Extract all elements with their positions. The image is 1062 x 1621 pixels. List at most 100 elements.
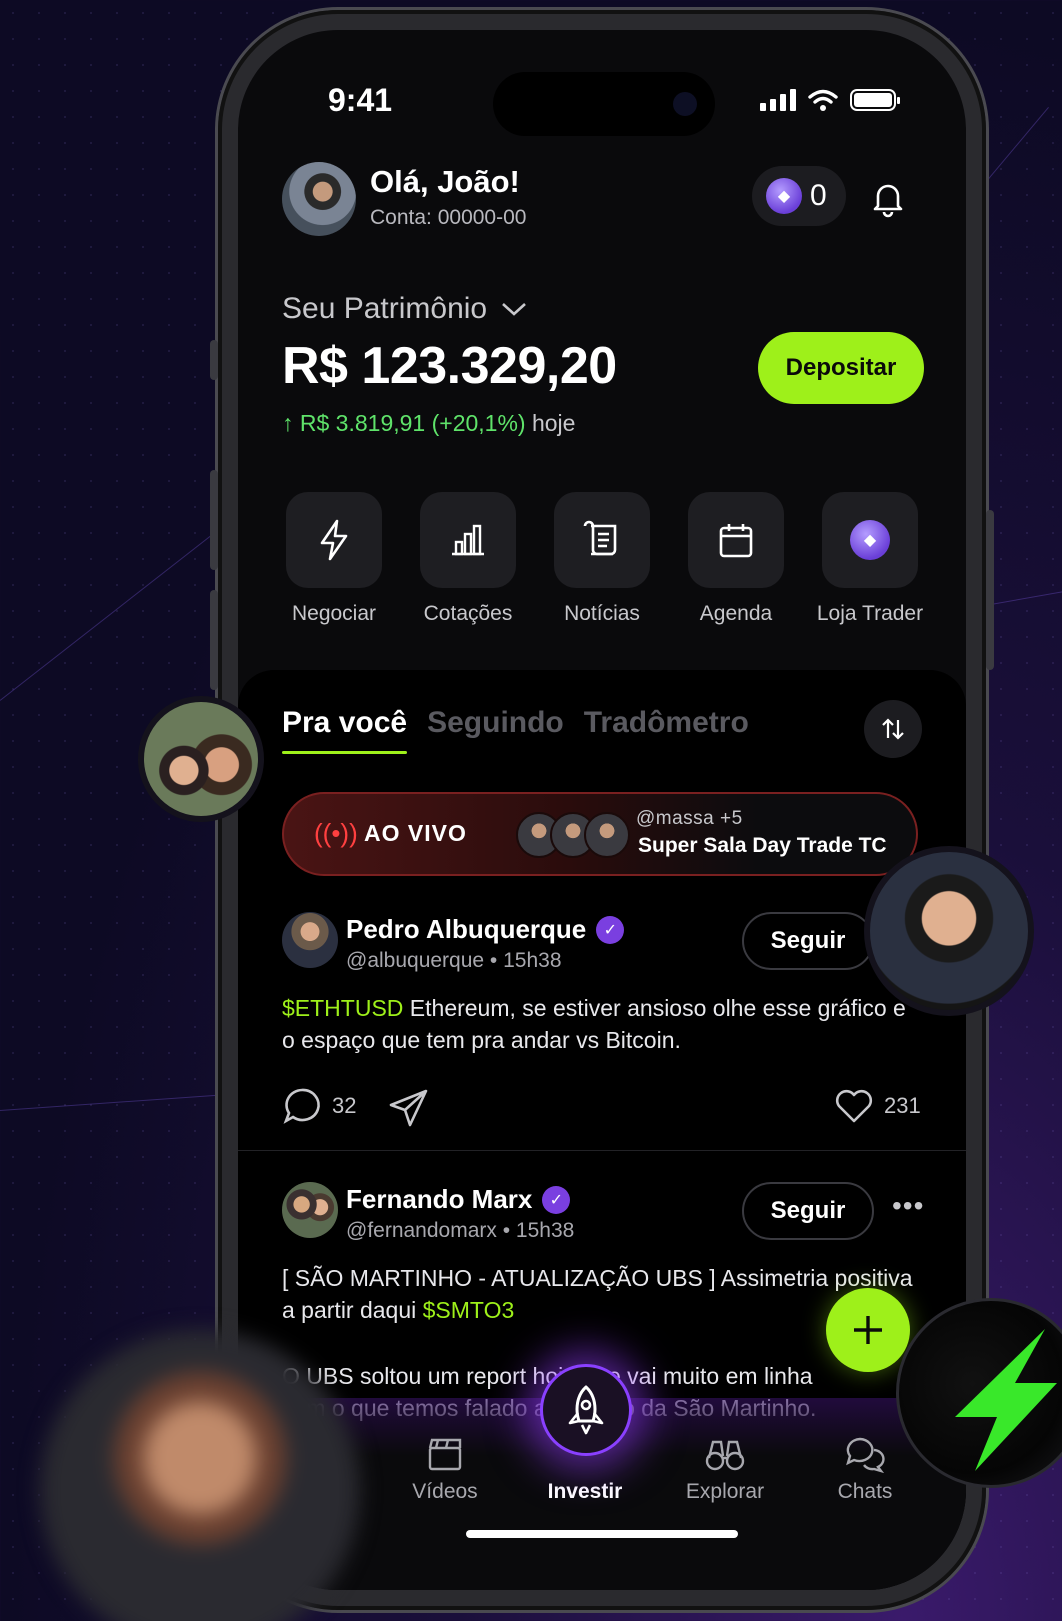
quick-action-label: Notícias: [564, 602, 640, 625]
nav-chats[interactable]: Chats: [810, 1436, 920, 1504]
post-divider: [238, 1150, 966, 1151]
verified-badge-icon: ✓: [596, 915, 625, 944]
signal-icon: [760, 89, 796, 111]
home-indicator: [466, 1530, 738, 1538]
tab-pra-voce[interactable]: Pra você: [282, 706, 408, 754]
post-ticker[interactable]: $SMTO3: [423, 1297, 515, 1323]
account-number: Conta: 00000-00: [370, 206, 527, 229]
sort-arrows-icon: [882, 718, 904, 740]
post-body: [ SÃO MARTINHO - ATUALIZAÇÃO UBS ] Assim…: [282, 1262, 922, 1326]
post-author-name[interactable]: Pedro Albuquerque: [346, 914, 586, 945]
deposit-button[interactable]: Depositar: [758, 332, 924, 404]
heart-icon: [835, 1089, 873, 1123]
coin-icon: ◆: [766, 178, 802, 214]
like-count: 231: [884, 1093, 921, 1118]
rocket-icon: [568, 1385, 604, 1435]
post-author-avatar[interactable]: [282, 912, 338, 968]
comment-icon: [283, 1088, 320, 1124]
follow-button[interactable]: Seguir: [742, 1182, 874, 1240]
wifi-icon: [808, 89, 838, 111]
calendar-icon: [719, 524, 753, 558]
nav-label: Vídeos: [412, 1480, 478, 1503]
binoculars-icon: [705, 1440, 745, 1471]
coin-balance-pill[interactable]: ◆ 0: [752, 166, 846, 226]
live-room-banner[interactable]: ((•)) AO VIVO @massa +5 Super Sala Day T…: [282, 792, 918, 876]
nav-videos[interactable]: Vídeos: [390, 1436, 500, 1504]
live-broadcast-icon: ((•)): [314, 818, 358, 848]
quick-action-negociar[interactable]: Negociar: [286, 492, 382, 626]
nav-label: Explorar: [685, 1480, 765, 1503]
post-ticker[interactable]: $ETHTUSD: [282, 995, 403, 1021]
lightning-icon: [955, 1329, 1057, 1471]
follow-button[interactable]: Seguir: [742, 912, 874, 970]
quick-action-label: Agenda: [699, 602, 773, 625]
wealth-selector[interactable]: Seu Patrimônio: [282, 292, 527, 326]
battery-icon: [850, 89, 900, 111]
status-icons: [760, 88, 900, 112]
quick-action-label: Loja Trader: [816, 602, 924, 625]
phone-side-button: [210, 590, 218, 690]
coin-icon: ◆: [850, 520, 890, 560]
daily-change-suffix: hoje: [531, 410, 576, 436]
like-button[interactable]: 231: [834, 1088, 921, 1124]
comment-count: 32: [332, 1093, 357, 1118]
post-author: Pedro Albuquerque ✓ @albuquerque • 15h38: [346, 914, 625, 973]
chevron-down-icon: [502, 303, 526, 316]
feed-tabs: Pra você Seguindo Tradômetro: [282, 706, 749, 754]
post-author: Fernando Marx ✓ @fernandomarx • 15h38: [346, 1184, 575, 1242]
post-author-name[interactable]: Fernando Marx: [346, 1184, 532, 1215]
phone-side-button: [210, 470, 218, 570]
more-options-icon[interactable]: •••: [892, 1190, 924, 1222]
user-avatar[interactable]: [282, 162, 356, 236]
sort-button[interactable]: [864, 700, 922, 758]
dynamic-island: [493, 72, 715, 136]
quick-action-agenda[interactable]: Agenda: [688, 492, 784, 626]
verified-badge-icon: ✓: [542, 1185, 571, 1214]
camera-icon: [673, 92, 697, 116]
nav-label: Chats: [837, 1480, 893, 1503]
lightning-icon: [320, 519, 348, 561]
post-time: 15h38: [503, 949, 562, 972]
nav-explorar[interactable]: Explorar: [670, 1436, 780, 1504]
phone-side-button: [210, 340, 218, 380]
status-time: 9:41: [328, 82, 393, 118]
live-room-name: Super Sala Day Trade TC: [638, 834, 887, 857]
tab-seguindo[interactable]: Seguindo: [427, 706, 564, 740]
daily-change: ↑ R$ 3.819,91 (+20,1%) hoje: [282, 410, 575, 437]
floating-avatar: [864, 846, 1034, 1016]
daily-change-value: ↑ R$ 3.819,91 (+20,1%): [282, 410, 526, 436]
phone-screen: 9:41 Olá, João! Conta: 00000-00 ◆ 0 Seu …: [238, 30, 966, 1590]
wealth-label: Seu Patrimônio: [282, 292, 488, 325]
bell-icon[interactable]: [868, 178, 908, 218]
post-text: [ SÃO MARTINHO - ATUALIZAÇÃO UBS ] Assim…: [282, 1265, 913, 1323]
quick-action-loja-trader[interactable]: ◆ Loja Trader: [817, 492, 923, 626]
participant-avatar: [584, 812, 630, 858]
balance-value: R$ 123.329,20: [282, 337, 617, 395]
scroll-icon: [583, 520, 617, 556]
phone-frame: 9:41 Olá, João! Conta: 00000-00 ◆ 0 Seu …: [210, 10, 994, 1610]
bar-chart-icon: [452, 524, 484, 556]
post-author-avatar[interactable]: [282, 1182, 338, 1238]
quick-action-noticias[interactable]: Notícias: [554, 492, 650, 626]
post-body: $ETHTUSD Ethereum, se estiver ansioso ol…: [282, 992, 922, 1056]
quick-action-label: Negociar: [291, 602, 377, 625]
plus-icon: [854, 1316, 882, 1344]
post-time: 15h38: [515, 1219, 575, 1242]
greeting: Olá, João!: [370, 164, 520, 199]
coin-count: 0: [810, 179, 827, 212]
clapperboard-icon: [428, 1438, 462, 1471]
tab-tradometro[interactable]: Tradômetro: [584, 706, 749, 740]
quick-action-label: Cotações: [423, 602, 513, 625]
nav-label: Investir: [547, 1480, 623, 1503]
post-handle[interactable]: @fernandomarx: [346, 1219, 497, 1242]
quick-action-cotacoes[interactable]: Cotações: [420, 492, 516, 626]
new-post-button[interactable]: [826, 1288, 910, 1372]
share-icon[interactable]: [388, 1088, 430, 1128]
floating-avatar: [138, 696, 264, 822]
live-participants: [516, 812, 630, 858]
investir-button[interactable]: [540, 1364, 632, 1456]
post-handle[interactable]: @albuquerque: [346, 949, 484, 972]
comment-button[interactable]: 32: [282, 1086, 356, 1126]
live-users: @massa +5: [636, 808, 743, 829]
chat-bubbles-icon: [846, 1437, 885, 1474]
